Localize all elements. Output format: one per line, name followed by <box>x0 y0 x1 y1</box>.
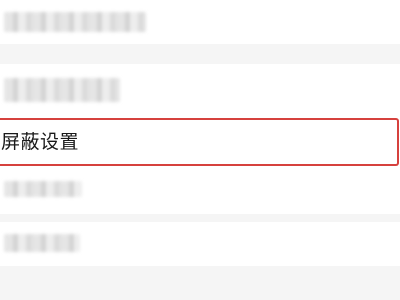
redacted-label <box>4 12 146 32</box>
settings-page: 屏蔽设置 <box>0 0 400 300</box>
redacted-label <box>4 234 80 252</box>
settings-item-redacted-2[interactable] <box>0 64 400 116</box>
settings-item-label: 屏蔽设置 <box>1 130 80 153</box>
settings-item-redacted-1[interactable] <box>0 0 400 44</box>
settings-item-block-settings[interactable]: 屏蔽设置 <box>0 118 399 166</box>
redacted-label <box>4 78 120 102</box>
settings-item-redacted-4[interactable] <box>0 222 400 266</box>
redacted-label <box>4 181 82 197</box>
section-divider <box>0 214 400 222</box>
section-divider <box>0 44 400 64</box>
settings-item-redacted-3[interactable] <box>0 168 400 214</box>
section-divider <box>0 266 400 300</box>
